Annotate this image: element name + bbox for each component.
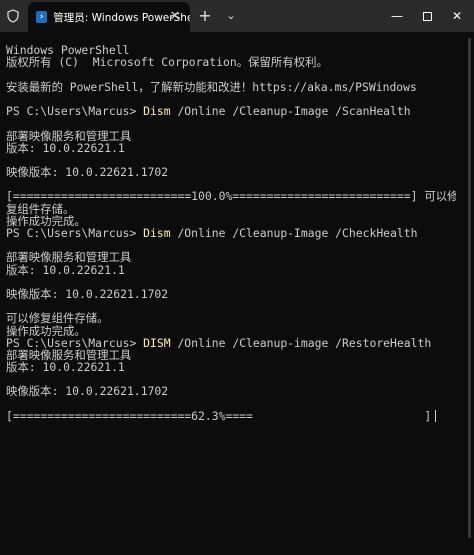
progress-line: [==========================100.0%=======…: [6, 189, 456, 204]
maximize-icon: [422, 11, 432, 21]
command-name: DISM: [143, 335, 171, 350]
terminal-line: 部署映像服务和管理工具: [6, 250, 132, 265]
minimize-button[interactable]: —: [382, 0, 412, 32]
terminal-line: 版本: 10.0.22621.1: [6, 140, 125, 155]
close-button[interactable]: ✕: [442, 0, 472, 32]
terminal-line: 映像版本: 10.0.22621.1702: [6, 165, 169, 180]
terminal-line: 版本: 10.0.22621.1: [6, 360, 125, 375]
prompt: PS C:\Users\Marcus>: [6, 226, 144, 241]
prompt-line-1: PS C:\Users\Marcus> Dism /Online /Cleanu…: [6, 105, 456, 117]
terminal-line: 复组件存储。: [6, 201, 75, 216]
terminal-line: 映像版本: 10.0.22621.1702: [6, 286, 169, 301]
terminal-line: 版本: 10.0.22621.1: [6, 262, 125, 277]
terminal-output[interactable]: Windows PowerShell 版权所有 (C) Microsoft Cor…: [6, 32, 456, 552]
prompt: PS C:\Users\Marcus>: [6, 104, 144, 119]
prompt-line-2: PS C:\Users\Marcus> Dism /Online /Cleanu…: [6, 227, 456, 239]
command-name: Dism: [143, 104, 171, 119]
tab-close-icon[interactable]: ✕: [168, 10, 182, 24]
terminal-line: 部署映像服务和管理工具: [6, 128, 132, 143]
tab-dropdown-chevron-icon[interactable]: ⌄: [220, 5, 242, 27]
new-tab-button[interactable]: +: [194, 5, 216, 27]
terminal-line: 版权所有 (C) Microsoft Corporation。保留所有权利。: [6, 55, 328, 70]
terminal-line: 可以修复组件存储。: [6, 311, 109, 326]
powershell-icon: ›: [36, 11, 48, 23]
command-args: /Online /Cleanup-Image /CheckHealth: [170, 226, 418, 241]
maximize-button[interactable]: [412, 0, 442, 32]
terminal-line: 安装最新的 PowerShell，了解新功能和改进！https://aka.ms…: [6, 79, 417, 94]
title-bar: › 管理员: Windows PowerShell ✕ + ⌄ — ✕: [0, 0, 474, 32]
tab-powershell[interactable]: › 管理员: Windows PowerShell ✕: [28, 2, 190, 32]
command-args: /Online /Cleanup-Image /ScanHealth: [170, 104, 411, 119]
terminal-line: 映像版本: 10.0.22621.1702: [6, 384, 169, 399]
progress-text: [==========================62.3%==== ]: [6, 408, 432, 423]
scrollbar[interactable]: [465, 32, 474, 552]
command-name: Dism: [143, 226, 171, 241]
shield-icon: [6, 8, 20, 24]
scrollbar-thumb[interactable]: [468, 38, 471, 538]
text-cursor: [435, 410, 437, 423]
progress-line-active: [==========================62.3%==== ]: [6, 408, 456, 423]
command-args: /Online /Cleanup-image /RestoreHealth: [170, 335, 432, 350]
